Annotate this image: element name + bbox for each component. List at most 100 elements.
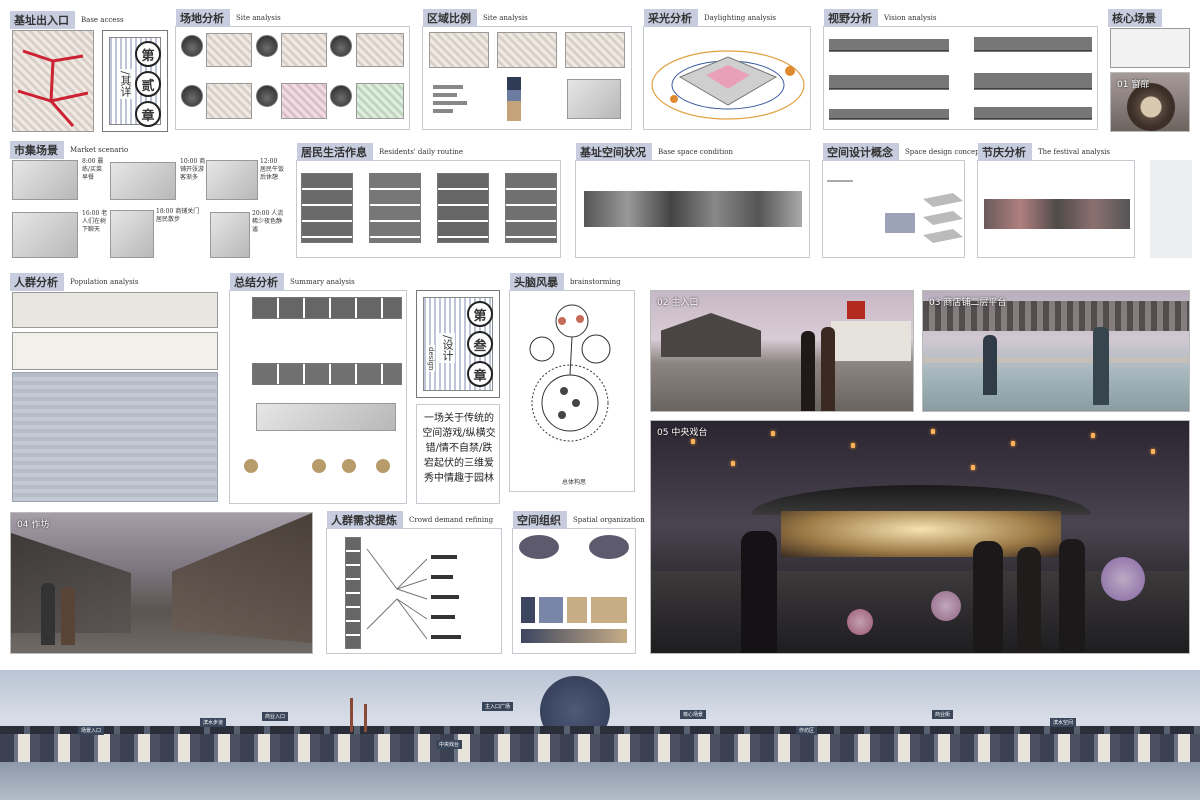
summary-photos-2 [252,363,402,385]
audience-figure-2 [973,541,1003,653]
site-photo-3 [330,35,352,57]
summary-photos-1 [252,297,402,319]
visitor-figure-3 [801,331,815,411]
festival-panorama [984,199,1130,229]
residents-photo-1 [301,173,353,243]
summary-node-2 [312,459,326,473]
spatial-block-4 [591,597,627,623]
site-map-6 [356,83,404,119]
market-time-5: 18:00 商铺关门居民散步 [156,208,200,223]
market-sketch-6 [210,212,250,258]
regional-diagram [567,79,621,119]
market-time-6: 20:00 人流稀少夜色静谧 [252,210,284,233]
base-access-panel: 基址出入口 Base access 第 贰 章 /其详 [10,10,170,132]
chapter-3-seal-top: 第 [467,301,493,327]
visitor-figure-6 [1093,327,1109,405]
brainstorm-caption: 总体构思 [562,479,587,486]
crowd-title: 人群需求提炼 Crowd demand refining [327,511,493,529]
crowd-tree-diagram [366,548,461,640]
spatial-org-title: 空间组织 Spatial organization [513,511,645,529]
panorama-label-6: 核心场景 [680,710,707,719]
panorama-chimney-2 [364,704,367,732]
panorama-water [0,762,1200,800]
summary-node-3 [342,459,356,473]
site-map-4 [206,83,252,119]
panorama-label-2: 滨水步道 [200,718,227,727]
scene-01-window: 01 窗扉 [1110,72,1190,132]
base-space-title: 基址空间状况 Base space condition [576,143,733,161]
panorama-label-3: 商业入口 [262,712,289,721]
regional-map-3 [565,32,625,68]
chapter-3-seal-bot: 章 [467,361,493,387]
scene-02-label: 02 主入口 [657,298,699,308]
summary-sketch [256,403,396,431]
light-bubble-1 [847,609,873,635]
light-bubble-2 [931,591,961,621]
crowd-panel: 人群需求提炼 Crowd demand refining [326,511,502,654]
entrance-sign [847,301,865,319]
panorama-label-4: 中央戏台 [436,740,463,749]
chapter-3-panel: 第 叁 章 /设计 design 一场关于传统的空间游戏/纵横交错/情不自禁/跌… [416,290,500,504]
site-analysis-panel: 场地分析 Site analysis [175,9,410,130]
regional-color-legend [507,77,521,121]
population-stats [12,332,218,370]
spatial-org-panel: 空间组织 Spatial organization [512,511,645,654]
spatial-block-3 [567,597,587,623]
chapter-3-vertical-en: design [427,345,435,373]
chapter-2-seal-mid: 贰 [135,71,161,97]
panorama-label-5: 主入口广场 [482,702,514,711]
population-title: 人群分析 Population analysis [10,273,139,291]
spatial-block-2 [539,597,563,623]
chapter-3-seal-mid: 叁 [467,331,493,357]
audience-figure-4 [1059,539,1085,653]
poem-text: 一场关于传统的空间游戏/纵横交错/情不自禁/跌宕起伏的三维爱秀中情趣于园林 [422,413,496,484]
platform-railing [923,357,1189,363]
panorama-label-8: 商业街 [932,710,954,719]
visitor-figure-4 [821,327,835,411]
scene-02-main-entrance: 02 主入口 [650,290,914,412]
poem-card: 一场关于传统的空间游戏/纵横交错/情不自禁/跌宕起伏的三维爱秀中情趣于园林 [416,404,500,504]
vertical-note-panel [1150,160,1192,258]
market-time-4: 16:00 老人们在树下聊天 [82,210,108,233]
population-site-plan [12,372,218,502]
site-photo-5 [256,85,278,107]
summary-node-4 [376,459,390,473]
scene-05-central-stage: 05 中央戏台 [650,420,1190,654]
waterfront-panorama: 场景入口 滨水步道 商业入口 中央戏台 主入口广场 核心场景 作坊区 商业街 滨… [0,670,1200,800]
panorama-buildings [0,732,1200,762]
access-route-lines [17,49,89,127]
spatial-oval-right [589,535,629,559]
festival-panel: 节庆分析 The festival analysis [977,143,1135,258]
chapter-3-vertical-text: /设计 [439,333,455,363]
chapter-2-card: 第 贰 章 /其详 [102,30,168,132]
market-sketch-5 [110,210,154,258]
daylighting-panel: 采光分析 Daylighting analysis [643,9,811,130]
scene-04-workshop: 04 作坊 [10,512,313,654]
site-photo-6 [330,85,352,107]
chapter-2-seal-bot: 章 [135,101,161,127]
site-analysis-title: 场地分析 Site analysis [176,9,281,27]
chapter-2-seal-top: 第 [135,41,161,67]
summary-title: 总结分析 Summary analysis [230,273,355,291]
vision-elevations [829,37,1092,120]
panorama-chimney-1 [350,698,353,732]
space-concept-title: 空间设计概念 Space design concept [823,143,982,161]
scene-04-label: 04 作坊 [17,520,50,530]
festival-title: 节庆分析 The festival analysis [978,143,1110,161]
space-concept-panel: 空间设计概念 Space design concept [822,143,982,258]
market-sketch-3 [206,160,258,200]
market-sketch-4 [12,212,78,258]
residents-photo-3 [437,173,489,243]
residents-photo-4 [505,173,557,243]
scene-01-label: 01 窗扉 [1117,80,1150,90]
site-map-1 [206,33,252,67]
panorama-roofline [0,726,1200,734]
chapter-2-vertical-text: /其详 [117,69,133,99]
panorama-label-1: 场景入口 [78,726,105,735]
market-sketch-2 [110,162,176,200]
site-photo-1 [181,35,203,57]
entrance-roof [661,313,761,357]
residents-photo-2 [369,173,421,243]
moon-gate [1127,83,1175,131]
market-sketch-1 [12,160,78,200]
